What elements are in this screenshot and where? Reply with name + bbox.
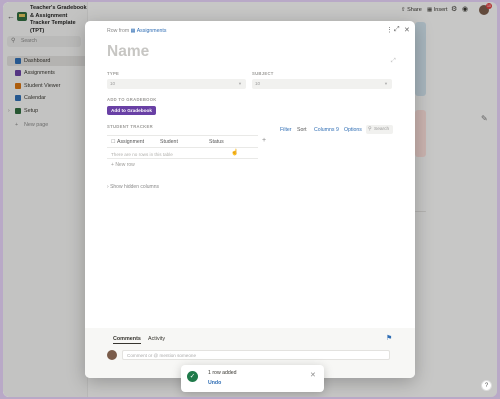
add-to-gradebook-label: ADD TO GRADEBOOK bbox=[107, 97, 157, 102]
cursor-hand-icon: ☝ bbox=[231, 150, 239, 156]
comment-avatar bbox=[107, 350, 117, 360]
chevron-down-icon: ▼ bbox=[238, 81, 242, 86]
close-icon[interactable]: ✕ bbox=[404, 26, 410, 34]
columns-count: 9 bbox=[335, 127, 339, 133]
undo-button[interactable]: Undo bbox=[208, 380, 221, 386]
empty-table-message: There are no rows in this table bbox=[111, 152, 173, 157]
close-icon[interactable]: ✕ bbox=[310, 371, 316, 379]
table-row-line bbox=[107, 158, 258, 159]
show-hidden-columns-button[interactable]: › Show hidden columns bbox=[107, 184, 159, 190]
options-button[interactable]: Options bbox=[344, 127, 362, 133]
add-column-plus-icon[interactable]: + bbox=[262, 137, 266, 144]
student-tracker-label: STUDENT TRACKER bbox=[107, 124, 153, 129]
subject-select[interactable]: 10 ▼ bbox=[252, 79, 392, 89]
expand-arrows-icon[interactable]: ⤢ bbox=[391, 58, 396, 65]
help-button[interactable]: ? bbox=[481, 380, 492, 391]
plus-icon: + bbox=[111, 162, 114, 168]
new-row-button[interactable]: + New row bbox=[111, 162, 135, 168]
table-header-line bbox=[107, 147, 258, 148]
database-icon: ▦ bbox=[130, 28, 136, 34]
tab-comments[interactable]: Comments bbox=[113, 336, 141, 344]
app-window: ← Teacher's Gradebook & Assignment Track… bbox=[3, 2, 497, 397]
tracker-search-input[interactable]: ⚲ Search bbox=[366, 125, 393, 134]
show-hidden-columns-label: Show hidden columns bbox=[110, 184, 159, 190]
chevron-down-icon: ▼ bbox=[384, 81, 388, 86]
columns-button[interactable]: Columns 9 bbox=[314, 127, 339, 133]
more-options-icon[interactable]: ⋮ bbox=[386, 26, 393, 34]
column-header-student[interactable]: Student bbox=[160, 139, 178, 145]
tab-activity[interactable]: Activity bbox=[148, 336, 165, 342]
comment-input[interactable]: Comment or @ mention someone bbox=[122, 350, 390, 360]
subject-label: SUBJECT bbox=[252, 71, 274, 76]
page-title-input[interactable]: Name bbox=[107, 43, 149, 61]
column-header-assignment[interactable]: Assignment bbox=[117, 139, 144, 145]
filter-button[interactable]: Filter bbox=[280, 127, 292, 133]
check-circle-icon: ✓ bbox=[187, 371, 198, 382]
notification-bell-icon[interactable]: ⚑ bbox=[386, 334, 392, 342]
column-header-status[interactable]: Status bbox=[209, 139, 224, 145]
row-from-breadcrumb: Row from ▦ Assignments bbox=[107, 28, 166, 34]
type-select[interactable]: 10 ▼ bbox=[107, 79, 246, 89]
row-modal: Row from ▦ Assignments ⋮ ⤢ ✕ Name ⤢ TYPE… bbox=[85, 21, 415, 378]
columns-label: Columns bbox=[314, 127, 335, 133]
tracker-search-label: Search bbox=[374, 127, 390, 132]
type-value: 10 bbox=[110, 81, 116, 86]
chevron-right-icon: › bbox=[107, 184, 109, 190]
sort-button[interactable]: Sort bbox=[297, 127, 307, 133]
type-label: TYPE bbox=[107, 71, 120, 76]
toast-message: 1 row added bbox=[208, 370, 237, 376]
search-icon: ⚲ bbox=[368, 126, 372, 132]
checkbox-icon[interactable]: ☐ bbox=[111, 139, 115, 145]
toast-notification: ✓ 1 row added Undo ✕ bbox=[181, 365, 324, 392]
row-from-prefix: Row from bbox=[107, 28, 130, 34]
new-row-label: New row bbox=[115, 162, 135, 168]
expand-icon[interactable]: ⤢ bbox=[394, 26, 400, 34]
add-to-gradebook-button[interactable]: Add to Gradebook bbox=[107, 106, 156, 115]
table-top-line bbox=[107, 135, 258, 136]
subject-value: 10 bbox=[255, 81, 261, 86]
row-from-link[interactable]: Assignments bbox=[137, 28, 167, 34]
